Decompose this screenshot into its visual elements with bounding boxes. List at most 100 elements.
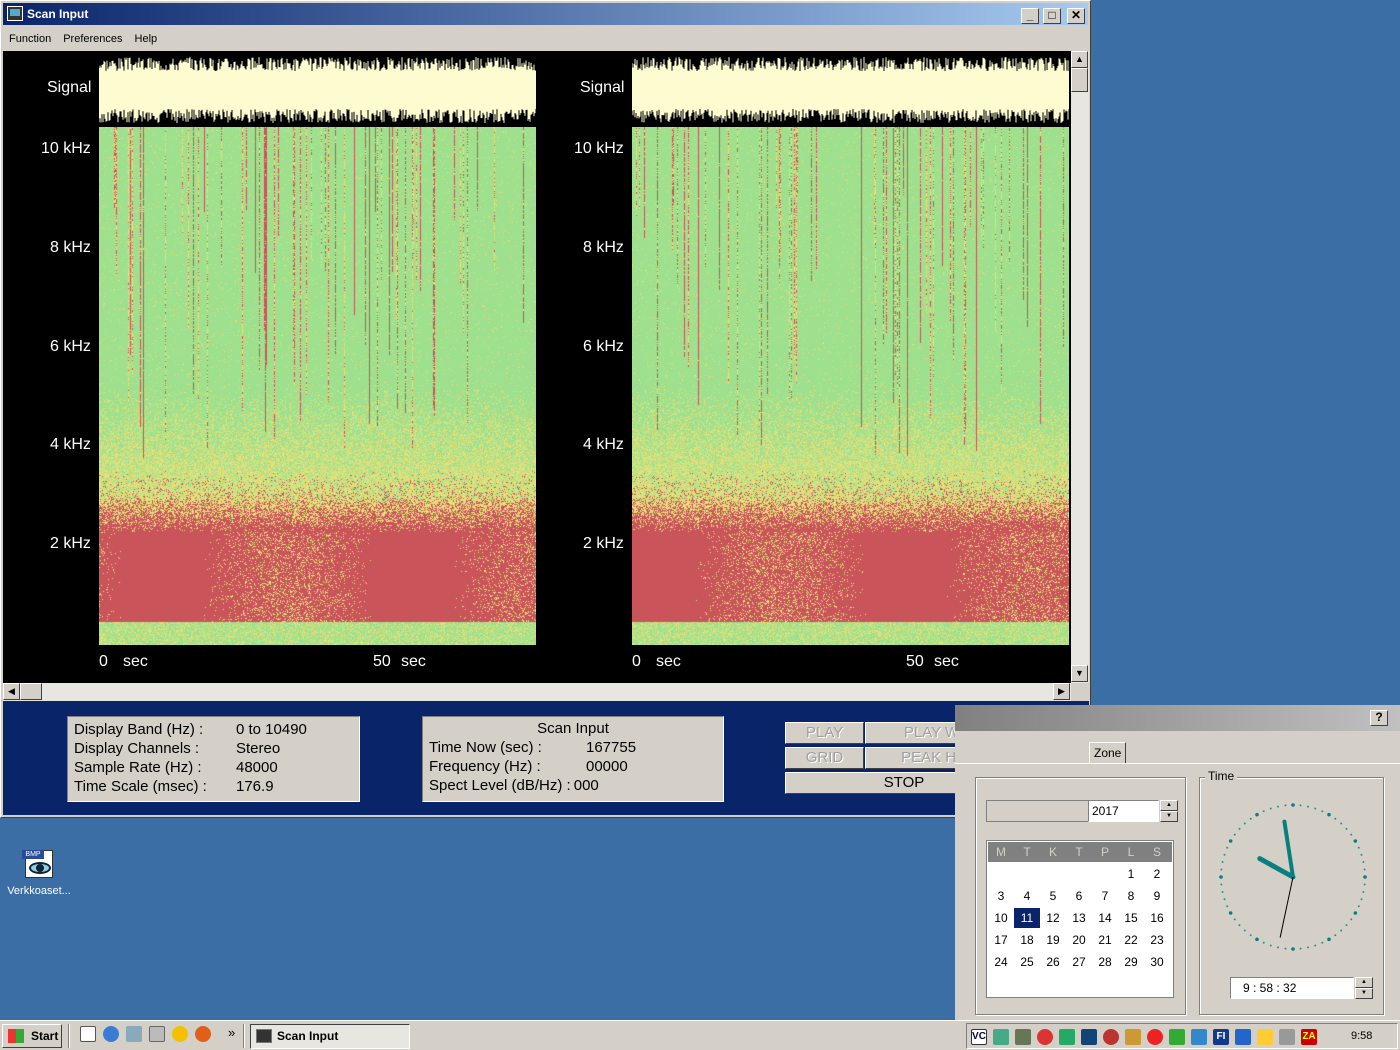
freq-label-8khz-right: 8 kHz [583,239,624,256]
spectrogram-left[interactable] [99,127,536,645]
calendar-day[interactable]: 16 [1144,908,1170,928]
calendar-day[interactable]: 25 [1014,952,1040,972]
tray-icon[interactable] [1081,1029,1097,1045]
year-up-button[interactable]: ▲ [1160,800,1178,811]
signal-waveform-right [632,53,1069,125]
tray-icon[interactable] [1147,1029,1163,1045]
calendar-day[interactable]: 24 [988,952,1014,972]
calendar-day[interactable]: 19 [1040,930,1066,950]
scroll-up-button[interactable]: ▲ [1071,51,1088,68]
calendar-day[interactable]: 10 [988,908,1014,928]
calendar-day[interactable]: 4 [1014,886,1040,906]
start-label: Start [31,1029,59,1043]
play-button[interactable]: PLAY [785,722,864,744]
weekday-sun: S [1152,845,1161,859]
date-time-title-bar[interactable]: ? [955,705,1400,731]
start-button[interactable]: Start [2,1024,62,1048]
tray-icon[interactable] [1059,1029,1075,1045]
minimize-button[interactable]: _ [1021,8,1039,24]
calendar-day[interactable]: 8 [1118,886,1144,906]
tray-icon[interactable] [1169,1029,1185,1045]
internet-explorer-icon[interactable] [103,1026,119,1042]
calendar-day[interactable]: 18 [1014,930,1040,950]
calendar-day[interactable]: 28 [1092,952,1118,972]
calendar-day[interactable]: 23 [1144,930,1170,950]
time-unit-0-left: sec [123,653,148,670]
time-down-button[interactable]: ▼ [1355,988,1373,999]
calendar-day[interactable]: 27 [1066,952,1092,972]
calendar-day[interactable]: 5 [1040,886,1066,906]
explorer-icon[interactable] [149,1026,165,1042]
maximize-button[interactable]: □ [1043,8,1061,24]
media-player-icon[interactable] [172,1026,188,1042]
menu-function[interactable]: Function [3,29,57,49]
calendar-grid[interactable]: M T K T P L S 1 2 3 4 5 6 7 8 9 10 11 12 13 14 15 16 17 1… [986,840,1174,998]
spectrogram-display[interactable]: Signal 10 kHz 8 kHz 6 kHz 4 kHz 2 kHz 0 … [3,51,1071,683]
time-up-button[interactable]: ▲ [1355,977,1373,988]
title-bar[interactable]: Scan Input _ □ ✕ [3,3,1088,25]
vertical-scroll-thumb[interactable] [1071,68,1088,92]
time-input[interactable]: 9 : 58 : 32 [1230,977,1354,999]
scroll-right-button[interactable]: ▶ [1053,683,1070,700]
calendar-day[interactable]: 2 [1144,864,1170,884]
scroll-down-button[interactable]: ▼ [1071,665,1088,682]
tab-time-zone[interactable]: Zone [1089,742,1127,764]
tray-icon[interactable] [1125,1029,1141,1045]
horizontal-scrollbar[interactable]: ◀ ▶ [3,683,1071,701]
calendar-day[interactable]: 7 [1092,886,1118,906]
calendar-weekday-header: M T K T P L S [988,842,1172,862]
vertical-scrollbar[interactable]: ▲ ▼ [1071,51,1089,683]
menu-bar: Function Preferences Help [3,29,1088,49]
tray-fi-language-icon[interactable]: FI [1213,1029,1229,1045]
desktop-shortcut[interactable]: BMP Verkkoaset... [4,846,74,902]
menu-preferences[interactable]: Preferences [57,29,128,49]
calendar-day[interactable]: 3 [988,886,1014,906]
tray-icon[interactable] [993,1029,1009,1045]
horizontal-scroll-thumb[interactable] [20,683,42,700]
calendar-day[interactable]: 26 [1040,952,1066,972]
year-spinner[interactable]: ▲ ▼ [1160,800,1178,822]
spectrogram-right[interactable] [632,127,1069,645]
tray-icon[interactable] [1037,1029,1053,1045]
calendar-day[interactable]: 20 [1066,930,1092,950]
taskbar-button-scan-input[interactable]: Scan Input [250,1024,410,1049]
calendar-day[interactable]: 29 [1118,952,1144,972]
system-tray: VC FI ZA 9:58 [966,1023,1398,1049]
calendar-day[interactable]: 17 [988,930,1014,950]
tray-icon[interactable] [1191,1029,1207,1045]
tray-icon[interactable] [1235,1029,1251,1045]
firefox-icon[interactable] [195,1026,211,1042]
help-button[interactable]: ? [1370,710,1388,726]
info-row: Display Band (Hz) : 0 to 10490 [74,720,353,739]
tray-icon[interactable] [1103,1029,1119,1045]
calendar-day[interactable]: 21 [1092,930,1118,950]
calendar-day[interactable]: 13 [1066,908,1092,928]
quicklaunch-chevron[interactable]: » [228,1025,235,1040]
menu-help[interactable]: Help [129,29,164,49]
calendar-day[interactable]: 11 [1014,908,1040,928]
calendar-day[interactable]: 14 [1092,908,1118,928]
tray-icon[interactable] [1015,1029,1031,1045]
scroll-left-button[interactable]: ◀ [3,683,20,700]
network-icon[interactable] [126,1026,142,1042]
calendar-day[interactable]: 22 [1118,930,1144,950]
time-spinner[interactable]: ▲ ▼ [1355,977,1373,999]
year-input[interactable]: 2017 [1088,800,1159,822]
tray-icon[interactable] [1257,1029,1273,1045]
tray-vc-icon[interactable]: VC [971,1029,987,1045]
tray-icon[interactable] [1279,1029,1295,1045]
calendar-day[interactable]: 15 [1118,908,1144,928]
taskbar-clock[interactable]: 9:58 [1351,1030,1372,1042]
tray-zonealarm-icon[interactable]: ZA [1301,1029,1317,1045]
calendar-day[interactable]: 30 [1144,952,1170,972]
show-desktop-icon[interactable] [80,1026,96,1042]
calendar-day[interactable]: 9 [1144,886,1170,906]
calendar-day[interactable]: 12 [1040,908,1066,928]
calendar-week-row: 12 [988,864,1172,884]
calendar-day[interactable]: 6 [1066,886,1092,906]
year-down-button[interactable]: ▼ [1160,811,1178,822]
grid-button[interactable]: GRID [785,747,864,769]
calendar-day[interactable]: 1 [1118,864,1144,884]
desktop-shortcut-label: Verkkoaset... [7,885,71,897]
close-button[interactable]: ✕ [1067,8,1085,24]
